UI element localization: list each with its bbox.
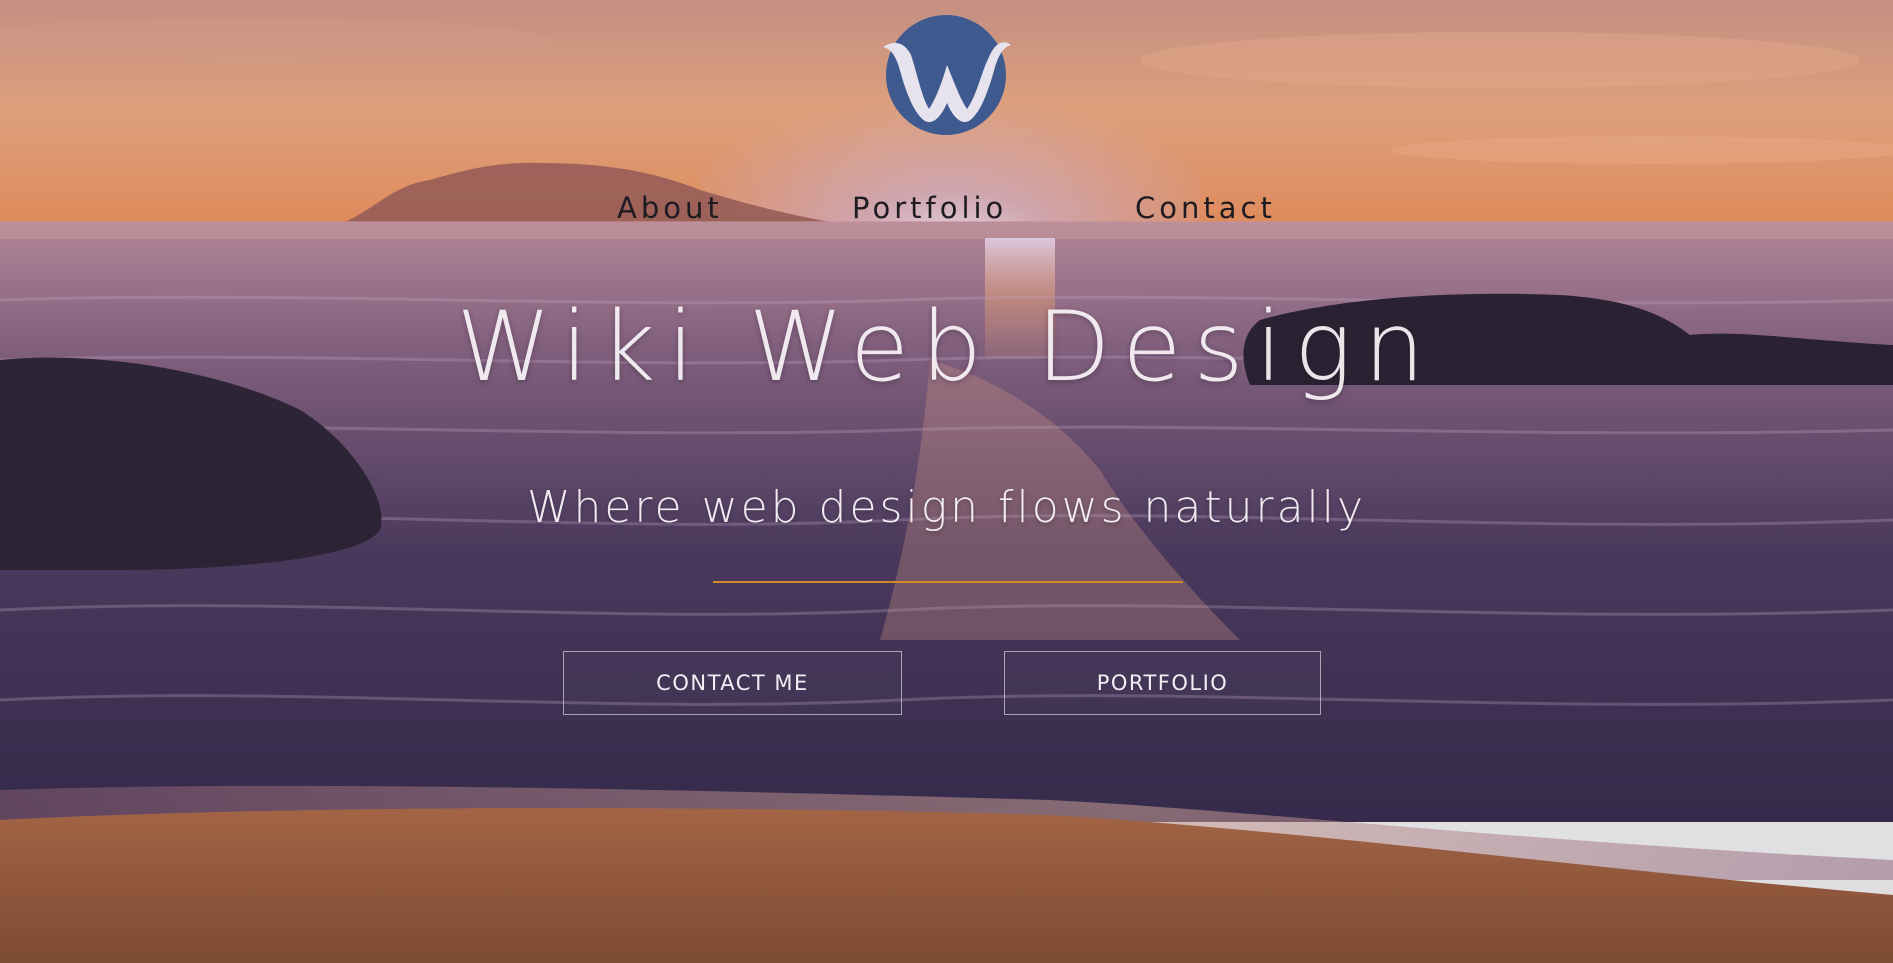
- contact-me-button[interactable]: CONTACT ME: [563, 651, 902, 715]
- contact-me-label: CONTACT ME: [656, 671, 809, 695]
- portfolio-button[interactable]: PORTFOLIO: [1004, 651, 1321, 715]
- hero-section: About Portfolio Contact Wiki Web Design …: [0, 0, 1893, 963]
- nav-link-about[interactable]: About: [617, 188, 723, 228]
- wave-w-logo-icon: [883, 15, 1011, 135]
- hero-tagline: Where web design flows naturally: [526, 482, 1367, 533]
- hero-title: Wiki Web Design: [456, 291, 1437, 403]
- portfolio-label: PORTFOLIO: [1096, 671, 1229, 695]
- nav-link-portfolio[interactable]: Portfolio: [852, 188, 1007, 228]
- site-logo[interactable]: [877, 13, 1015, 137]
- hero-divider: [713, 581, 1183, 583]
- nav-link-contact[interactable]: Contact: [1135, 188, 1276, 228]
